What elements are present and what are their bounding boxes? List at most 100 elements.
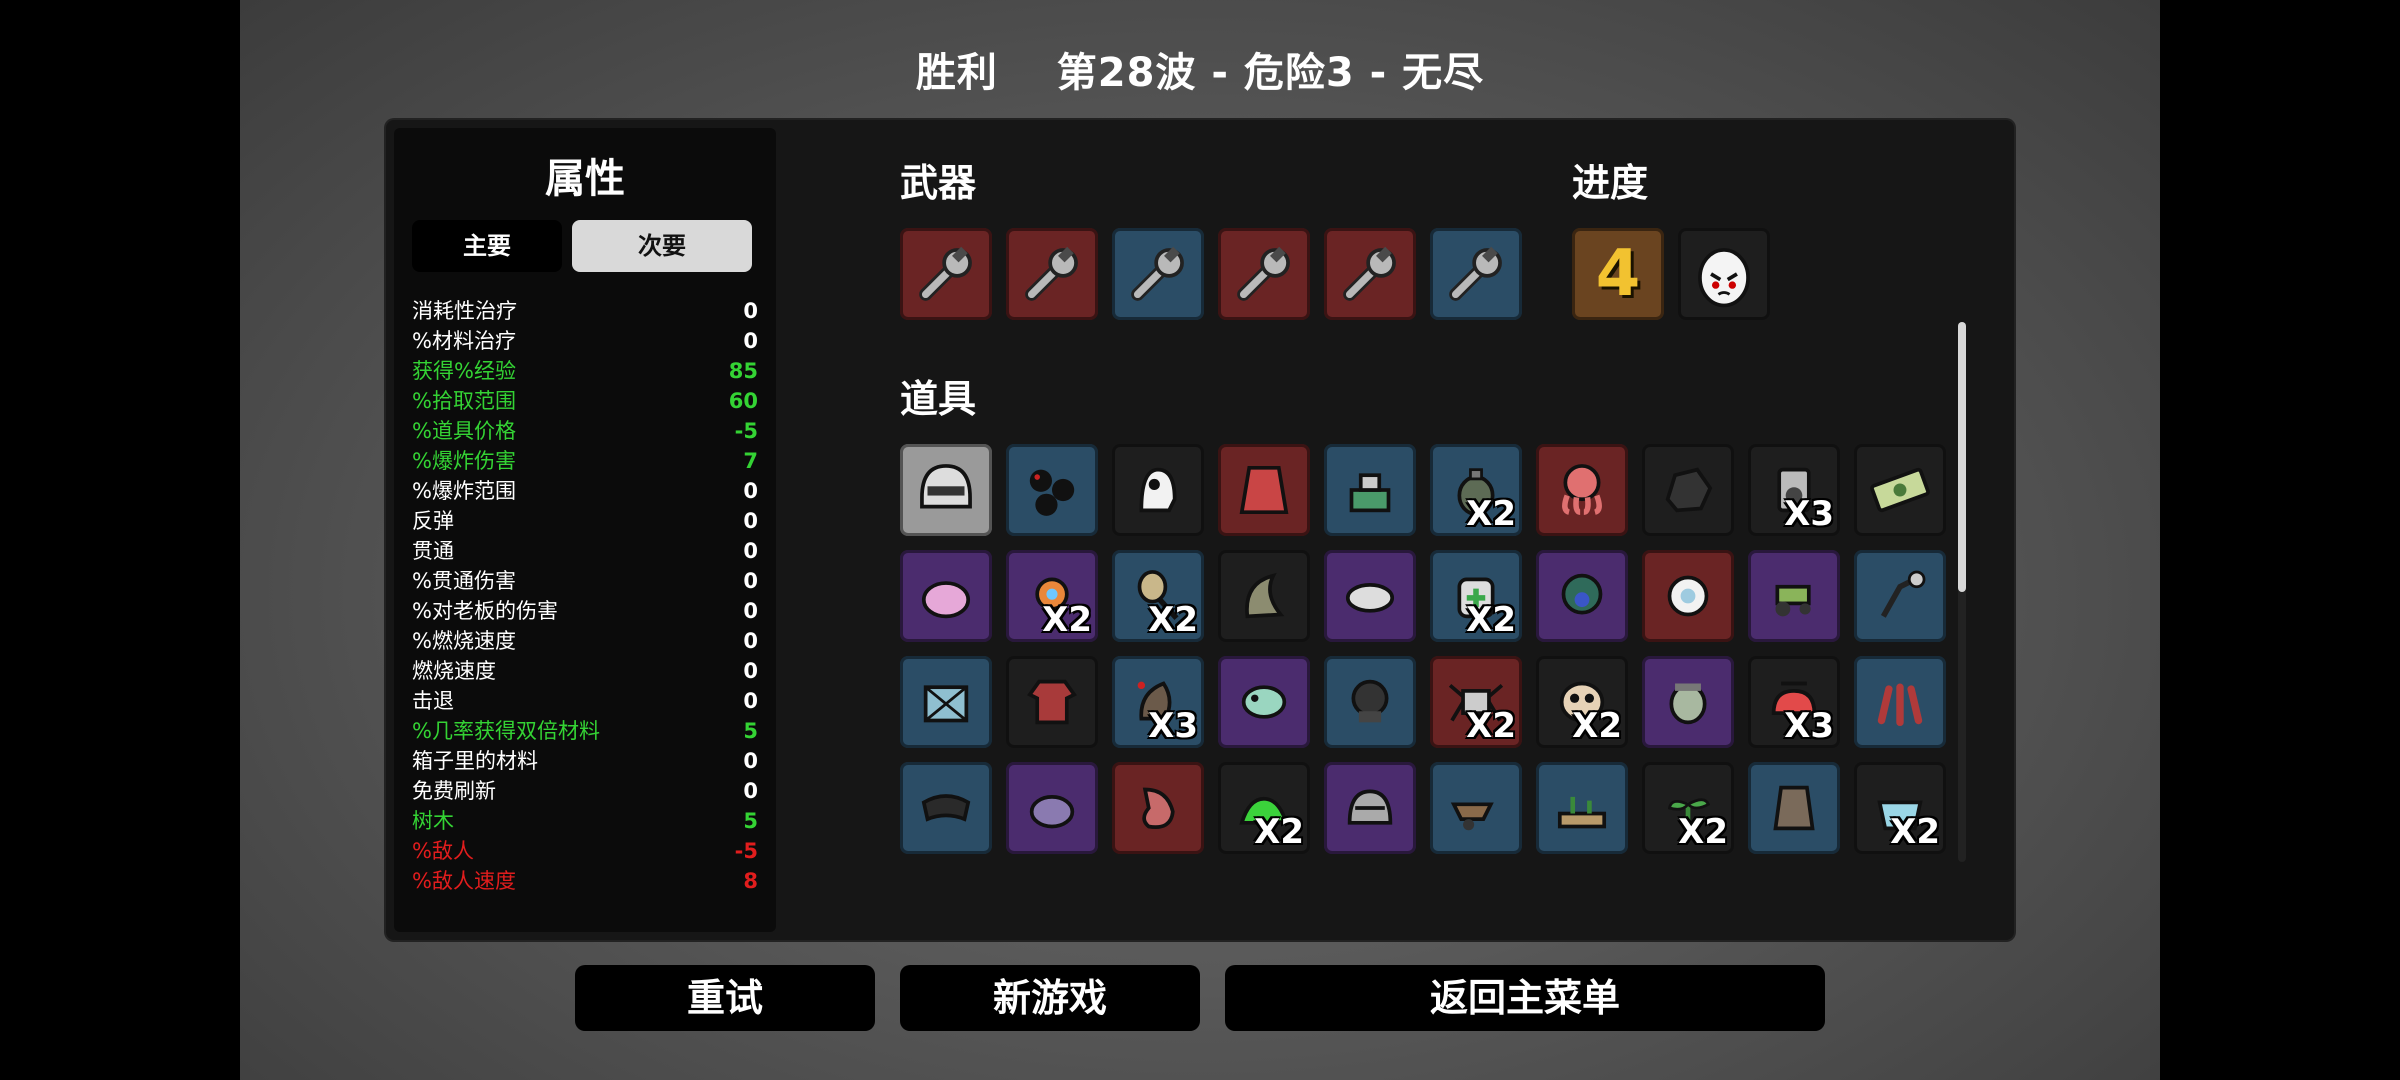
stat-row: %燃烧速度 0 [412,626,758,656]
item-slot[interactable] [1536,762,1628,854]
stat-value: 0 [743,629,758,653]
stat-label: %对老板的伤害 [412,599,558,623]
weapon-slot[interactable] [1324,228,1416,320]
stat-row: %拾取范围 60 [412,386,758,416]
main-menu-button[interactable]: 返回主菜单 [1225,965,1825,1031]
item-slot[interactable]: X2 [1006,550,1098,642]
retry-button[interactable]: 重试 [575,965,875,1031]
item-slot[interactable] [1006,656,1098,748]
item-slot[interactable] [1642,656,1734,748]
item-slot[interactable] [1430,762,1522,854]
item-slot[interactable] [1218,550,1310,642]
item-slot[interactable] [1218,656,1310,748]
item-slot[interactable]: X2 [1854,762,1946,854]
weapon-slot[interactable] [1112,228,1204,320]
item-slot[interactable] [1854,444,1946,536]
run-summary-panel: 属性 主要 次要 消耗性治疗 0 %材料治疗 0 获得%经验 85 %拾取范围 60 %道具价格… [386,120,2014,940]
item-slot[interactable] [1006,444,1098,536]
item-slot[interactable] [1324,444,1416,536]
item-slot[interactable] [900,656,992,748]
weapon-slot[interactable] [1430,228,1522,320]
weapon-slot[interactable] [1218,228,1310,320]
run-result-title: 胜利 第28波 - 危险3 - 无尽 [240,40,2160,98]
item-slot[interactable]: X2 [1430,550,1522,642]
item-quantity: X2 [1148,600,1198,640]
item-slot[interactable]: X2 [1430,656,1522,748]
item-slot[interactable] [1854,550,1946,642]
turret-icon [1349,473,1391,513]
stat-value: -5 [734,419,758,443]
item-slot[interactable] [900,444,992,536]
item-slot[interactable] [1536,550,1628,642]
stat-row: %道具价格 -5 [412,416,758,446]
item-slot[interactable] [1324,550,1416,642]
item-quantity: X2 [1678,812,1728,852]
horn-icon [1245,572,1285,619]
item-slot[interactable] [1324,762,1416,854]
item-slot[interactable]: X3 [1112,656,1204,748]
item-slot[interactable]: X3 [1748,444,1840,536]
stat-value: 7 [743,449,758,473]
stat-value: 0 [743,329,758,353]
item-slot[interactable]: X2 [1112,550,1204,642]
danger-level-slot[interactable]: 4 [1572,228,1664,320]
item-slot[interactable] [1112,762,1204,854]
item-quantity: X3 [1784,494,1834,534]
stat-row: %爆炸范围 0 [412,476,758,506]
item-slot[interactable] [1748,550,1840,642]
new-game-button[interactable]: 新游戏 [900,965,1200,1031]
item-slot[interactable] [1218,444,1310,536]
item-slot[interactable] [900,550,992,642]
items-scrollbar-thumb[interactable] [1958,322,1966,592]
item-slot[interactable] [1642,550,1734,642]
item-quantity: X2 [1572,706,1622,746]
lamp-icon [1880,570,1926,618]
shirt-icon [1027,679,1077,725]
item-slot[interactable] [900,762,992,854]
item-quantity: X2 [1466,600,1516,640]
tab-secondary[interactable]: 次要 [572,220,752,272]
stat-label: 获得%经验 [412,359,516,383]
item-slot[interactable]: X2 [1430,444,1522,536]
stat-value: 0 [743,509,758,533]
item-slot[interactable] [1854,656,1946,748]
item-slot[interactable] [1748,762,1840,854]
stat-row: 获得%经验 85 [412,356,758,386]
weapon-slot[interactable] [1006,228,1098,320]
item-quantity: X3 [1148,706,1198,746]
cash-icon [1870,467,1930,513]
stat-value: 0 [743,539,758,563]
stat-value: 85 [728,359,758,383]
item-quantity: X2 [1466,494,1516,534]
item-slot[interactable]: X2 [1536,656,1628,748]
stat-value: 5 [743,719,758,743]
wrench-icon [1025,246,1078,301]
egg-face-icon [1698,248,1750,308]
diving-helmet-icon [1351,679,1389,723]
item-quantity: X2 [1254,812,1304,852]
character-slot[interactable] [1678,228,1770,320]
stat-label: 贯通 [412,539,454,563]
stat-value: 0 [743,479,758,503]
weapon-slot[interactable] [900,228,992,320]
item-slot[interactable] [1112,444,1204,536]
stat-row: 消耗性治疗 0 [412,296,758,326]
crate-icon [923,685,969,723]
weapons-label: 武器 [900,161,977,205]
items-scrollbar[interactable] [1958,322,1966,862]
item-slot[interactable] [1324,656,1416,748]
stat-value: 0 [743,599,758,623]
stat-value: 0 [743,779,758,803]
item-slot[interactable] [1006,762,1098,854]
item-slot[interactable]: X2 [1218,762,1310,854]
stat-label: %敌人 [412,839,474,863]
item-slot[interactable] [1536,444,1628,536]
wrench-icon [1237,246,1290,301]
item-slot[interactable] [1642,444,1734,536]
item-slot[interactable]: X3 [1748,656,1840,748]
stat-row: 燃烧速度 0 [412,656,758,686]
stat-label: 箱子里的材料 [412,749,538,773]
item-slot[interactable]: X2 [1642,762,1734,854]
stomach-icon [1142,787,1175,829]
tab-primary[interactable]: 主要 [412,220,562,272]
